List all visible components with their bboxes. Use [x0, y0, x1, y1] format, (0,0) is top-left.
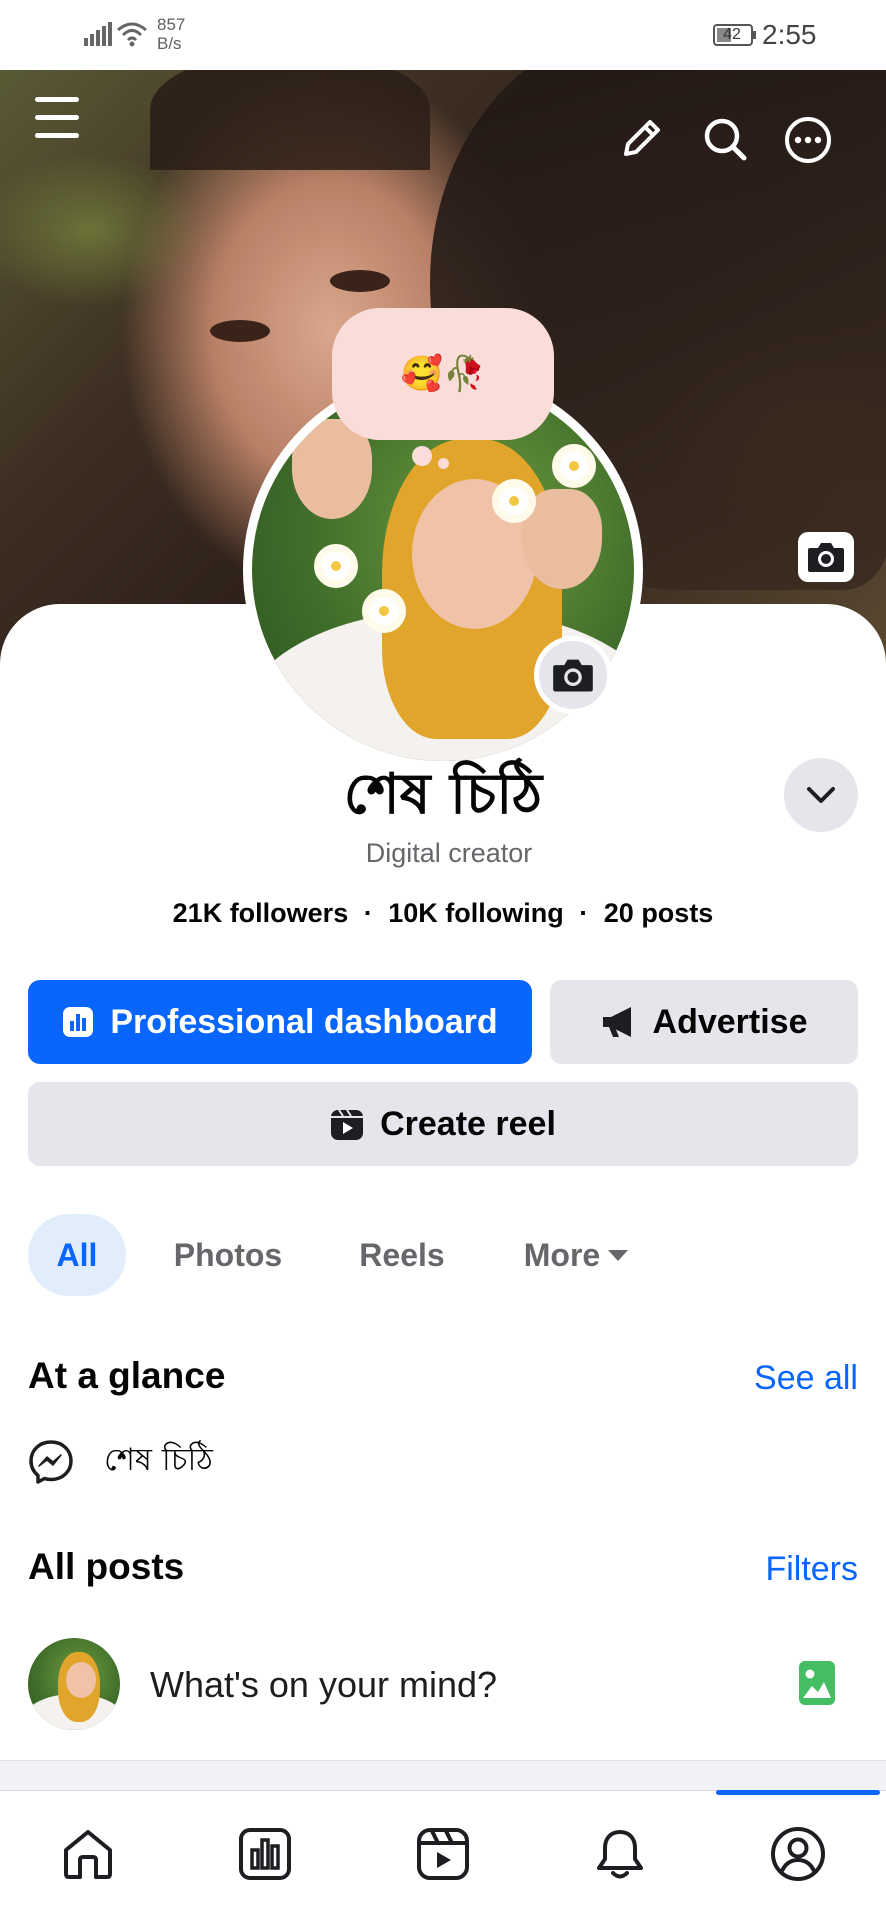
advertise-button[interactable]: Advertise — [550, 980, 858, 1064]
tab-label: Reels — [359, 1236, 445, 1273]
caret-down-icon — [608, 1249, 629, 1261]
profile-note[interactable]: 🥰🥀 — [332, 308, 554, 440]
all-posts-title: All posts — [28, 1546, 185, 1587]
nav-home[interactable] — [56, 1822, 120, 1886]
active-tab-indicator — [716, 1790, 880, 1795]
edit-cover-photo-button[interactable] — [798, 532, 854, 582]
reels-icon — [417, 1828, 469, 1880]
professional-dashboard-label: Professional dashboard — [110, 1002, 498, 1041]
cover-image-detail — [150, 70, 430, 170]
camera-icon — [808, 543, 844, 572]
tab-reels[interactable]: Reels — [340, 1214, 464, 1296]
filters-link[interactable]: Filters — [765, 1547, 858, 1591]
chevron-down-icon — [807, 787, 835, 803]
flower-decoration — [314, 544, 358, 588]
advertise-label: Advertise — [652, 1002, 808, 1041]
messenger-icon — [29, 1440, 73, 1484]
following-count[interactable]: 10K following — [388, 898, 564, 928]
note-bubble-tail — [412, 446, 432, 466]
composer-placeholder[interactable]: What's on your mind? — [150, 1664, 497, 1706]
stats-separator: · — [363, 898, 373, 928]
hamburger-icon — [35, 97, 79, 138]
profile-name: শেষ চিঠি — [343, 762, 543, 827]
edit-button[interactable] — [614, 112, 668, 166]
posts-count: 20 posts — [603, 898, 714, 928]
nav-profile[interactable] — [766, 1822, 830, 1886]
notifications-icon — [597, 1830, 643, 1879]
nav-notifications[interactable] — [588, 1822, 652, 1886]
messenger-row[interactable]: শেষ চিঠি — [28, 1436, 213, 1488]
tab-photos[interactable]: Photos — [158, 1214, 298, 1296]
search-icon — [704, 118, 747, 161]
more-horizontal-icon — [785, 117, 831, 163]
create-reel-label: Create reel — [380, 1104, 556, 1143]
status-bar: 857 B/s 42 2:55 — [0, 0, 886, 70]
cover-image-detail — [210, 320, 270, 342]
wifi-icon — [117, 22, 147, 47]
flower-decoration — [362, 589, 406, 633]
avatar[interactable] — [28, 1638, 120, 1730]
create-reel-button[interactable]: Create reel — [28, 1082, 858, 1166]
profile-stats: 21K followers · 10K following · 20 posts — [0, 896, 886, 930]
dashboard-chart-icon — [63, 1007, 94, 1037]
see-all-link[interactable]: See all — [754, 1356, 858, 1400]
note-bubble-tail — [438, 458, 449, 469]
at-a-glance-title: At a glance — [28, 1355, 226, 1396]
megaphone-icon — [602, 1007, 631, 1037]
dashboard-icon — [239, 1828, 291, 1880]
camera-icon — [553, 659, 593, 692]
profile-icon — [771, 1827, 825, 1881]
photo-icon[interactable] — [798, 1660, 836, 1706]
tab-label: All — [56, 1236, 98, 1273]
tab-label: Photos — [173, 1236, 283, 1273]
note-emoji: 🥰🥀 — [400, 355, 486, 393]
edit-profile-photo-button[interactable] — [534, 636, 612, 714]
nav-dashboard[interactable] — [233, 1822, 297, 1886]
home-icon — [64, 1830, 112, 1879]
pencil-icon — [624, 120, 660, 156]
tab-more[interactable]: More — [506, 1214, 646, 1296]
signal-icon — [84, 22, 112, 46]
network-speed: 857 B/s — [157, 15, 186, 53]
avatar-image-detail — [66, 1662, 96, 1698]
flower-decoration — [552, 444, 596, 488]
battery-level: 42 — [723, 26, 741, 43]
more-options-button[interactable] — [780, 112, 836, 168]
messenger-name: শেষ চিঠি — [104, 1442, 213, 1478]
nav-reels[interactable] — [411, 1822, 475, 1886]
tab-all[interactable]: All — [28, 1214, 126, 1296]
profile-category: Digital creator — [365, 838, 533, 868]
followers-count[interactable]: 21K followers — [173, 898, 349, 928]
post-composer[interactable]: What's on your mind? — [0, 1630, 886, 1746]
menu-button[interactable] — [28, 92, 86, 144]
reel-icon — [331, 1109, 364, 1140]
cover-image-detail — [330, 270, 390, 292]
search-button[interactable] — [698, 112, 752, 166]
professional-dashboard-button[interactable]: Professional dashboard — [28, 980, 532, 1064]
tab-label: More — [523, 1236, 601, 1273]
profile-switcher-button[interactable] — [784, 758, 858, 832]
stats-separator: · — [579, 898, 589, 928]
section-divider — [0, 1760, 886, 1790]
clock: 2:55 — [762, 19, 817, 50]
flower-decoration — [492, 479, 536, 523]
